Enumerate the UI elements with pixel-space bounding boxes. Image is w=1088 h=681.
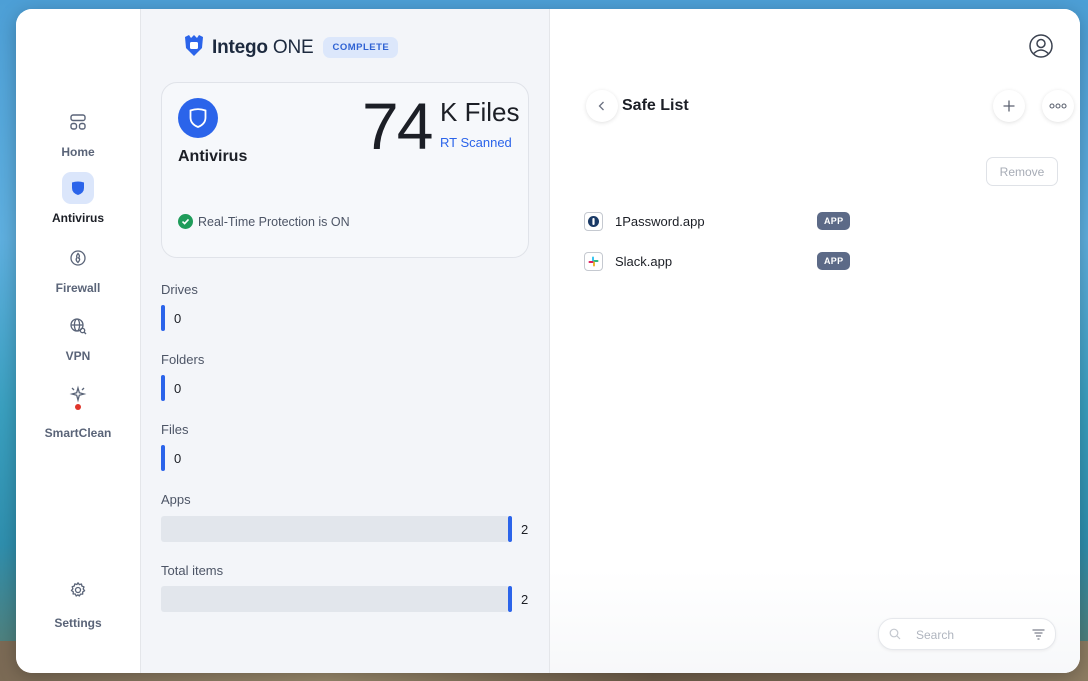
app-name: Slack.app [615,253,673,269]
safe-list-panel: Safe List Remove 1Password.app APP Slack… [550,9,1080,673]
antivirus-summary-card: Antivirus 74 K Files RT Scanned Real-Tim… [161,82,529,258]
shield-icon [62,172,94,204]
plus-icon [1003,100,1015,112]
gear-icon [62,574,94,606]
more-icon [1049,103,1067,109]
stat-value-folders: 0 [174,381,182,396]
stat-label-files: Files [161,422,189,437]
list-item[interactable]: Slack.app APP [584,250,851,272]
sidebar-item-label: Firewall [55,281,101,295]
stat-bar-files [161,445,165,471]
remove-button[interactable]: Remove [986,157,1058,186]
stat-value-apps: 2 [521,522,529,537]
sidebar-item-label: SmartClean [44,426,112,440]
sidebar-item-settings[interactable]: Settings [16,574,140,630]
stat-label-drives: Drives [161,282,198,297]
type-badge: APP [817,212,851,230]
scanned-unit: K Files [440,97,520,127]
sidebar-item-home[interactable]: Home [16,106,140,159]
user-icon [1029,34,1053,58]
scanned-number: 74 [362,89,433,163]
search-icon [889,628,901,640]
type-badge: APP [817,252,851,270]
stat-bar-total-items [508,586,512,612]
protection-status-text: Real-Time Protection is ON [198,214,350,229]
stat-bar-apps [508,516,512,542]
brand-name: Intego ONE [212,36,314,58]
protection-status: Real-Time Protection is ON [178,214,350,229]
search-field[interactable]: Search [878,618,1056,650]
check-icon [178,214,193,229]
sidebar-item-label: Home [61,145,95,159]
stat-label-total-items: Total items [161,563,224,578]
stat-value-files: 0 [174,451,182,466]
back-button[interactable] [586,90,618,122]
antivirus-shield-icon [178,98,218,138]
antivirus-title: Antivirus [178,148,248,165]
brand: Intego ONE COMPLETE [183,33,399,62]
add-button[interactable] [993,90,1025,122]
stat-label-folders: Folders [161,352,205,367]
stat-track-total-items [161,586,509,612]
rt-scanned-caption: RT Scanned [440,135,512,150]
chevron-left-icon [598,101,604,111]
app-name: 1Password.app [615,213,705,229]
sidebar-item-antivirus[interactable]: Antivirus [16,172,140,225]
stat-value-drives: 0 [174,311,182,326]
sidebar-item-label: VPN [65,349,91,363]
filter-icon[interactable] [1032,628,1045,640]
slack-icon [584,251,603,271]
stat-track-apps [161,516,509,542]
page-title: Safe List [622,97,689,114]
search-placeholder: Search [916,628,955,642]
home-icon [62,106,94,138]
app-window: Home Antivirus Firewall VPN SmartClean S… [16,9,1080,673]
stat-value-total-items: 2 [521,592,529,607]
sidebar: Home Antivirus Firewall VPN SmartClean S… [16,9,141,673]
stat-bar-folders [161,375,165,401]
notification-dot [75,404,81,410]
stat-bar-drives [161,305,165,331]
list-item[interactable]: 1Password.app APP [584,210,851,232]
globe-icon [62,310,94,342]
more-button[interactable] [1042,90,1074,122]
plan-badge: COMPLETE [323,37,399,58]
sidebar-settings-label: Settings [54,616,102,630]
stat-label-apps: Apps [161,492,191,507]
sidebar-item-firewall[interactable]: Firewall [16,242,140,295]
sidebar-item-label: Antivirus [51,211,104,225]
antivirus-panel: Intego ONE COMPLETE Antivirus 74 K Files… [141,9,550,673]
1password-icon [584,211,603,231]
sidebar-item-vpn[interactable]: VPN [16,310,140,363]
account-button[interactable] [1028,33,1054,59]
firewall-icon [62,242,94,274]
intego-logo-icon [183,33,205,62]
